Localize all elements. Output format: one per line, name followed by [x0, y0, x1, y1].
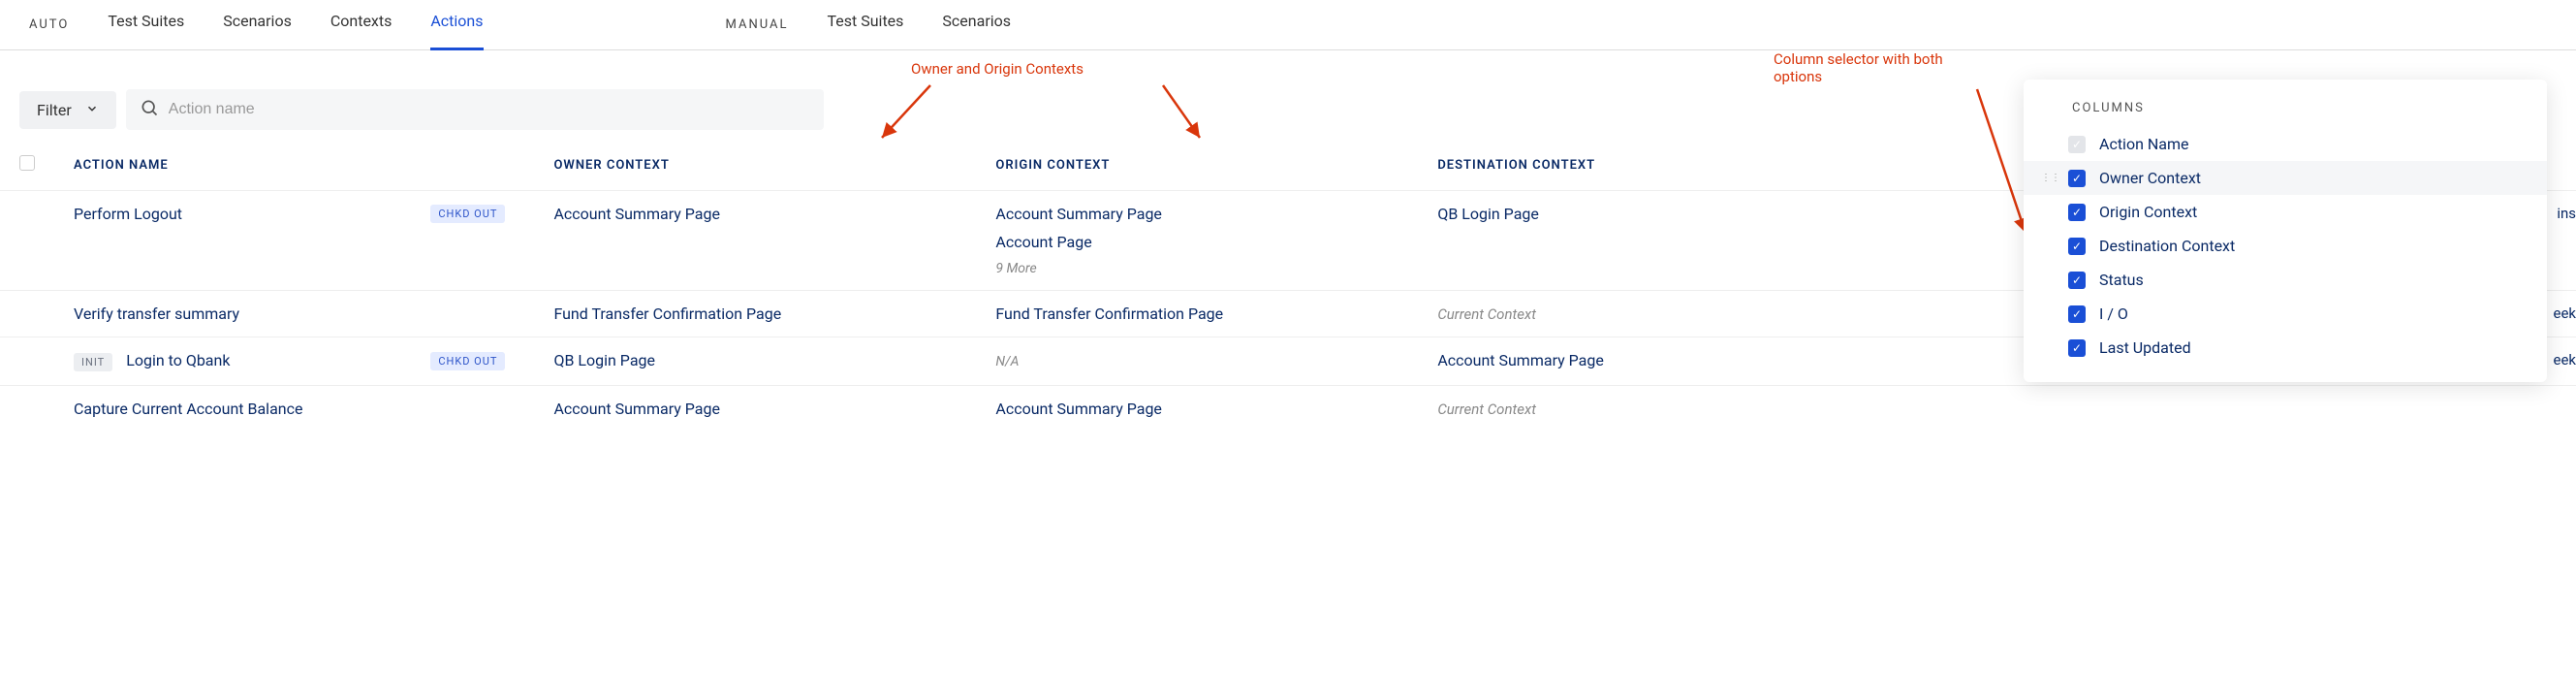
checkbox-on-icon[interactable]: ✓: [2068, 170, 2086, 187]
manual-label: MANUAL: [726, 17, 789, 32]
origin-line: Account Page: [995, 233, 1398, 251]
tab-auto-test-suites[interactable]: Test Suites: [108, 12, 184, 38]
column-option-label: Last Updated: [2099, 338, 2191, 357]
origin-line: Fund Transfer Confirmation Page: [976, 291, 1418, 337]
column-option[interactable]: ⋮⋮ ✓ Action Name: [2024, 127, 2547, 161]
action-name: Perform Logout: [74, 205, 182, 223]
column-selector-popover: COLUMNS ⋮⋮ ✓ Action Name ⋮⋮ ✓ Owner Cont…: [2024, 80, 2547, 382]
destination-context-italic: Current Context: [1437, 305, 1536, 323]
select-all-checkbox[interactable]: [19, 155, 35, 171]
action-name: Verify transfer summary: [74, 304, 239, 323]
column-option[interactable]: ⋮⋮ ✓ Status: [2024, 263, 2547, 297]
checkbox-on-icon[interactable]: ✓: [2068, 305, 2086, 323]
tab-auto-contexts[interactable]: Contexts: [330, 12, 393, 38]
chevron-down-icon: [85, 101, 99, 119]
column-option[interactable]: ⋮⋮ ✓ Owner Context: [2024, 161, 2547, 195]
column-option[interactable]: ⋮⋮ ✓ Origin Context: [2024, 195, 2547, 229]
column-option[interactable]: ⋮⋮ ✓ I / O: [2024, 297, 2547, 331]
destination-context: QB Login Page: [1418, 191, 1758, 291]
owner-context: Account Summary Page: [534, 191, 976, 291]
owner-context: QB Login Page: [534, 337, 976, 386]
col-owner-context[interactable]: OWNER CONTEXT: [534, 140, 976, 191]
trail-text: eek: [2553, 351, 2576, 369]
annotation-column-selector: Column selector with both options: [1774, 50, 1967, 85]
search-input[interactable]: [159, 89, 810, 130]
column-option-label: Origin Context: [2099, 203, 2197, 221]
destination-context-italic: Current Context: [1437, 401, 1536, 418]
origin-line: Account Summary Page: [995, 205, 1398, 223]
annotation-contexts: Owner and Origin Contexts: [911, 60, 1084, 78]
filter-label: Filter: [37, 101, 72, 119]
column-option-label: Action Name: [2099, 135, 2189, 153]
search-box[interactable]: [126, 89, 824, 130]
col-destination-context[interactable]: DESTINATION CONTEXT: [1418, 140, 1758, 191]
column-option-label: I / O: [2099, 304, 2128, 323]
tab-manual-scenarios[interactable]: Scenarios: [942, 12, 1011, 38]
origin-line: Account Summary Page: [976, 386, 1418, 433]
origin-na: N/A: [995, 354, 1019, 369]
action-name: Capture Current Account Balance: [74, 400, 302, 418]
trail-text: ins: [2557, 205, 2576, 222]
owner-context: Account Summary Page: [534, 386, 976, 433]
column-option-label: Status: [2099, 271, 2144, 289]
trail-text: eek: [2553, 304, 2576, 322]
status-badge-chkd: CHKD OUT: [430, 352, 505, 370]
col-action-name[interactable]: ACTION NAME: [54, 140, 534, 191]
top-nav: AUTO Test Suites Scenarios Contexts Acti…: [0, 0, 2576, 50]
auto-label: AUTO: [29, 17, 69, 32]
tab-auto-actions[interactable]: Actions: [430, 12, 483, 38]
action-name: Login to Qbank: [126, 351, 230, 369]
checkbox-on-icon[interactable]: ✓: [2068, 238, 2086, 255]
column-selector-title: COLUMNS: [2024, 97, 2547, 127]
column-option[interactable]: ⋮⋮ ✓ Destination Context: [2024, 229, 2547, 263]
column-option-label: Owner Context: [2099, 169, 2201, 187]
drag-handle-icon[interactable]: ⋮⋮: [2041, 173, 2055, 183]
tab-manual-test-suites[interactable]: Test Suites: [828, 12, 904, 38]
checkbox-on-icon[interactable]: ✓: [2068, 272, 2086, 289]
status-badge-chkd: CHKD OUT: [430, 205, 505, 223]
checkbox-on-icon[interactable]: ✓: [2068, 204, 2086, 221]
column-option-label: Destination Context: [2099, 237, 2235, 255]
column-option[interactable]: ⋮⋮ ✓ Last Updated: [2024, 331, 2547, 365]
destination-context: Account Summary Page: [1418, 337, 1758, 386]
filter-button[interactable]: Filter: [19, 91, 116, 129]
origin-more[interactable]: 9 More: [995, 261, 1398, 276]
table-row[interactable]: Capture Current Account Balance Account …: [0, 386, 2576, 433]
col-origin-context[interactable]: ORIGIN CONTEXT: [976, 140, 1418, 191]
tab-auto-scenarios[interactable]: Scenarios: [223, 12, 292, 38]
owner-context: Fund Transfer Confirmation Page: [534, 291, 976, 337]
search-icon: [140, 98, 159, 121]
checkbox-on-icon[interactable]: ✓: [2068, 339, 2086, 357]
status-badge-init: INIT: [74, 353, 112, 371]
checkbox-locked-icon: ✓: [2068, 136, 2086, 153]
